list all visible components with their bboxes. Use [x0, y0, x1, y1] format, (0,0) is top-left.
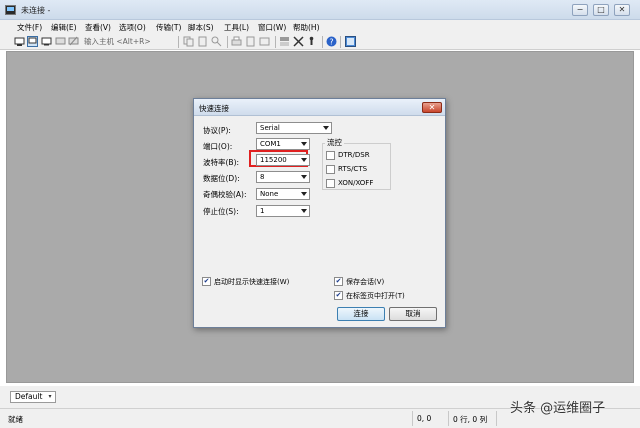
session-options-icon[interactable] [279, 36, 290, 47]
sftp-icon[interactable] [345, 36, 356, 47]
dialog-title: 快速连接 [199, 104, 229, 113]
dropdown-arrow-icon [301, 209, 307, 213]
toolbar: 输入主机 <Alt+R> ? [0, 34, 640, 50]
menu-tools[interactable]: 工具(L) [224, 22, 249, 33]
copy-icon[interactable] [183, 36, 194, 47]
print-preview-icon[interactable] [245, 36, 256, 47]
global-options-icon[interactable] [293, 36, 304, 47]
open-in-tab-label: 在标签页中打开(T) [346, 292, 405, 300]
save-session-label: 保存会话(V) [346, 278, 385, 286]
baud-value: 115200 [260, 156, 287, 164]
host-input[interactable]: 输入主机 <Alt+R> [84, 36, 151, 47]
dropdown-arrow-icon [301, 175, 307, 179]
port-select[interactable]: COM1 [256, 138, 310, 150]
title-bar: 未连接 - − □ ✕ [0, 0, 640, 20]
open-in-tab-checkbox[interactable]: ✔ [334, 291, 343, 300]
connect-tab-icon[interactable] [41, 36, 52, 47]
toolbar-separator [227, 36, 228, 48]
menu-window[interactable]: 窗口(W) [258, 22, 286, 33]
dropdown-arrow-icon [301, 192, 307, 196]
protocol-label: 协议(P): [203, 126, 231, 135]
stopbits-value: 1 [260, 207, 265, 215]
toolbar-separator [340, 36, 341, 48]
chevron-down-icon: ▾ [48, 393, 52, 400]
show-on-startup-checkbox[interactable]: ✔ [202, 277, 211, 286]
menu-help[interactable]: 帮助(H) [293, 22, 320, 33]
port-label: 端口(O): [203, 142, 233, 151]
reconnect-icon[interactable] [55, 36, 66, 47]
toolbar-separator [178, 36, 179, 48]
rts-label: RTS/CTS [338, 165, 368, 173]
parity-value: None [260, 190, 279, 198]
session-select[interactable]: Default ▾ [10, 391, 56, 403]
connect-button[interactable]: 连接 [337, 307, 385, 321]
svg-text:?: ? [329, 38, 333, 47]
keymap-icon[interactable] [306, 36, 317, 47]
xon-checkbox[interactable] [326, 179, 335, 188]
menu-bar: 文件(F) 编辑(E) 查看(V) 选项(O) 传输(T) 脚本(S) 工具(L… [0, 20, 640, 34]
databits-select[interactable]: 8 [256, 171, 310, 183]
window-title: 未连接 - [21, 6, 51, 15]
menu-file[interactable]: 文件(F) [17, 22, 42, 33]
quick-connect-icon[interactable] [27, 36, 38, 47]
databits-value: 8 [260, 173, 265, 181]
baud-select[interactable]: 115200 [256, 154, 310, 166]
flow-control-title: 流控 [325, 137, 344, 148]
protocol-value: Serial [260, 124, 280, 132]
databits-label: 数据位(D): [203, 174, 240, 183]
menu-script[interactable]: 脚本(S) [188, 22, 214, 33]
stopbits-select[interactable]: 1 [256, 205, 310, 217]
stopbits-label: 停止位(S): [203, 207, 239, 216]
dropdown-arrow-icon [323, 126, 329, 130]
show-on-startup-label: 启动时显示快速连接(W) [214, 278, 290, 286]
dtr-label: DTR/DSR [338, 151, 370, 159]
parity-select[interactable]: None [256, 188, 310, 200]
dropdown-arrow-icon [301, 158, 307, 162]
dialog-close-button[interactable]: ✕ [422, 102, 442, 113]
disconnect-icon[interactable] [68, 36, 79, 47]
close-button[interactable]: ✕ [614, 4, 630, 16]
status-text: 就绪 [8, 415, 23, 424]
find-icon[interactable] [211, 36, 222, 47]
port-value: COM1 [260, 140, 281, 148]
dtr-checkbox[interactable] [326, 151, 335, 160]
rts-checkbox[interactable] [326, 165, 335, 174]
connect-icon[interactable] [14, 36, 25, 47]
cursor-position: 0, 0 [412, 411, 448, 426]
xon-label: XON/XOFF [338, 179, 374, 187]
dialog-title-bar: 快速连接 ✕ [194, 99, 445, 116]
minimize-button[interactable]: − [572, 4, 588, 16]
maximize-button[interactable]: □ [593, 4, 609, 16]
watermark: 头条 @运维圈子 [510, 401, 606, 416]
toolbar-separator [275, 36, 276, 48]
menu-edit[interactable]: 编辑(E) [51, 22, 77, 33]
baud-label: 波特率(B): [203, 158, 240, 167]
toolbar-separator [322, 36, 323, 48]
quick-connect-dialog: 快速连接 ✕ 协议(P): Serial 端口(O): COM1 波特率(B):… [193, 98, 446, 328]
print-icon[interactable] [231, 36, 242, 47]
paste-icon[interactable] [197, 36, 208, 47]
cancel-button[interactable]: 取消 [389, 307, 437, 321]
row-col: 0 行, 0 列 [448, 411, 496, 426]
menu-options[interactable]: 选项(O) [119, 22, 146, 33]
save-session-checkbox[interactable]: ✔ [334, 277, 343, 286]
app-icon [5, 5, 16, 15]
session-value: Default [15, 392, 43, 401]
menu-view[interactable]: 查看(V) [85, 22, 111, 33]
menu-transfer[interactable]: 传输(T) [156, 22, 181, 33]
parity-label: 奇偶校验(A): [203, 190, 247, 199]
log-icon[interactable] [259, 36, 270, 47]
protocol-select[interactable]: Serial [256, 122, 332, 134]
dropdown-arrow-icon [301, 142, 307, 146]
help-icon[interactable]: ? [326, 36, 337, 47]
